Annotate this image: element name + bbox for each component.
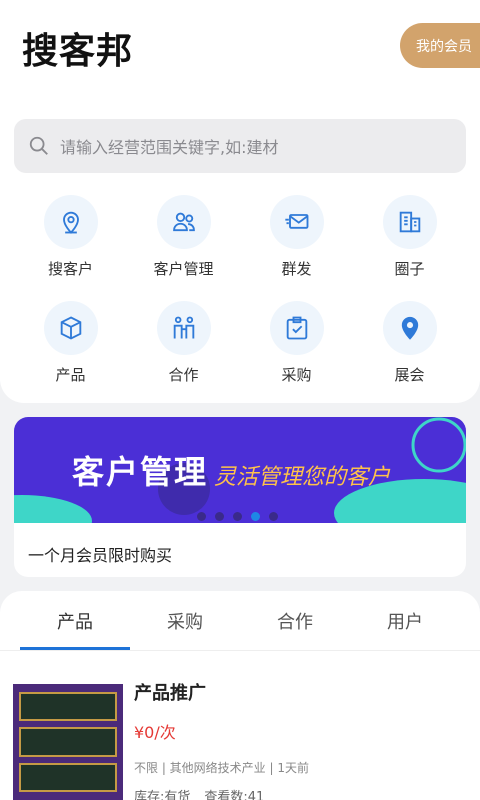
grid-item-search-customers[interactable]: 搜客户 [14, 195, 127, 279]
promo-banner-card[interactable]: 客户管理 灵活管理您的客户 一个月会员限时购买 [14, 417, 466, 577]
grid-label: 采购 [281, 366, 312, 384]
search-input[interactable]: 请输入经营范围关键字,如:建材 [14, 119, 466, 173]
app-title: 搜客邦 [22, 31, 134, 72]
banner-subtitle: 灵活管理您的客户 [214, 465, 391, 490]
location-search-icon [62, 211, 79, 234]
promo-banner[interactable]: 客户管理 灵活管理您的客户 [14, 417, 466, 523]
handshake-icon [173, 316, 194, 339]
mail-send-icon [284, 214, 308, 229]
header-card: 搜客邦 我的会员 请输入经营范围关键字,如:建材 搜客户 客户管理 群发 圈子 … [0, 0, 480, 403]
carousel-dot[interactable] [251, 512, 260, 521]
grid-label: 群发 [281, 260, 312, 278]
content-list-card: 产品 采购 合作 用户 产品推广 ¥0/次 不限 | 其他网络技术产业 | 1天… [0, 591, 480, 800]
grid-item-exhibition[interactable]: 展会 [353, 301, 466, 385]
feature-grid: 搜客户 客户管理 群发 圈子 产品 合作 采购 展会 [14, 195, 466, 385]
box-icon [60, 316, 81, 340]
product-thumbnail [13, 684, 123, 800]
clipboard-check-icon [286, 316, 307, 340]
tab-cooperation[interactable]: 合作 [240, 591, 350, 650]
grid-item-mass-send[interactable]: 群发 [240, 195, 353, 279]
banner-caption: 一个月会员限时购买 [28, 546, 173, 565]
tab-products[interactable]: 产品 [20, 591, 130, 650]
product-stock-row: 库存:有货 查看数:41 [134, 786, 309, 800]
grid-label: 合作 [168, 366, 199, 384]
product-stock: 库存:有货 [134, 790, 191, 800]
product-price: ¥0/次 [134, 723, 176, 742]
grid-item-cooperation[interactable]: 合作 [127, 301, 240, 385]
map-pin-icon [401, 316, 418, 340]
carousel-dot[interactable] [269, 512, 278, 521]
search-placeholder: 请输入经营范围关键字,如:建材 [60, 138, 279, 157]
grid-item-customer-management[interactable]: 客户管理 [127, 195, 240, 279]
my-membership-button[interactable]: 我的会员 [400, 23, 480, 68]
product-views: 查看数:41 [204, 790, 265, 800]
carousel-dot[interactable] [233, 512, 242, 521]
banner-title: 客户管理 [72, 453, 209, 491]
category-tabs: 产品 采购 合作 用户 [0, 591, 480, 651]
tab-users[interactable]: 用户 [350, 591, 460, 650]
building-icon [399, 211, 420, 233]
grid-label: 客户管理 [153, 260, 214, 278]
tab-purchase[interactable]: 采购 [130, 591, 240, 650]
users-icon [172, 212, 195, 232]
carousel-dot[interactable] [215, 512, 224, 521]
grid-item-circle[interactable]: 圈子 [353, 195, 466, 279]
grid-label: 圈子 [394, 260, 425, 278]
search-icon [29, 136, 48, 155]
grid-label: 产品 [55, 366, 86, 384]
list-item[interactable]: 产品推广 ¥0/次 不限 | 其他网络技术产业 | 1天前 库存:有货 查看数:4… [13, 683, 309, 800]
carousel-dots [197, 512, 278, 521]
grid-item-products[interactable]: 产品 [14, 301, 127, 385]
grid-item-purchase[interactable]: 采购 [240, 301, 353, 385]
carousel-dot[interactable] [197, 512, 206, 521]
product-meta: 不限 | 其他网络技术产业 | 1天前 [134, 761, 309, 775]
grid-label: 搜客户 [47, 260, 93, 278]
grid-label: 展会 [394, 366, 425, 384]
product-title: 产品推广 [134, 683, 206, 704]
